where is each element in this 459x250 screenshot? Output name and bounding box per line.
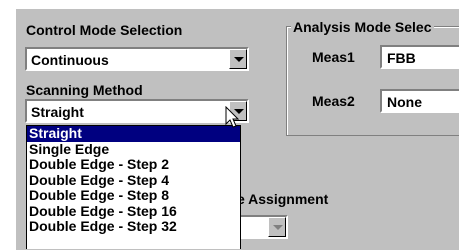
meas1-field[interactable]: FBB [380,45,459,69]
scanning-method-label: Scanning Method [26,82,143,98]
control-mode-dropdown-button[interactable] [229,49,247,69]
meas2-field[interactable]: None [380,89,459,113]
scanning-method-dropdown-list[interactable]: Straight Single Edge Double Edge - Step … [26,125,241,249]
analysis-mode-title: Analysis Mode Selec [291,19,434,35]
chevron-down-icon [273,225,283,230]
control-mode-value: Continuous [31,52,109,68]
scanning-method-combobox[interactable]: Straight [25,99,249,123]
dropdown-option[interactable]: Straight [27,126,240,142]
assignment-dropdown-button[interactable] [268,217,286,237]
chevron-down-icon [234,57,244,62]
analysis-mode-group [286,26,459,136]
dropdown-option[interactable]: Double Edge - Step 8 [27,188,240,204]
scanning-method-value: Straight [31,104,84,120]
dropdown-option[interactable]: Single Edge [27,141,240,158]
dropdown-option[interactable]: Double Edge - Step 32 [27,219,240,235]
dropdown-option[interactable]: Double Edge - Step 4 [27,172,240,189]
meas2-value: None [387,94,422,110]
dropdown-option[interactable]: Double Edge - Step 16 [27,203,240,220]
meas1-label: Meas1 [312,49,355,65]
meas1-value: FBB [387,50,416,66]
control-mode-label: Control Mode Selection [26,22,183,38]
dropdown-option[interactable]: Double Edge - Step 2 [27,157,240,173]
meas2-label: Meas2 [312,93,355,109]
assignment-label: e Assignment [237,191,329,207]
mouse-cursor-icon [225,106,240,128]
control-mode-combobox[interactable]: Continuous [25,47,249,71]
